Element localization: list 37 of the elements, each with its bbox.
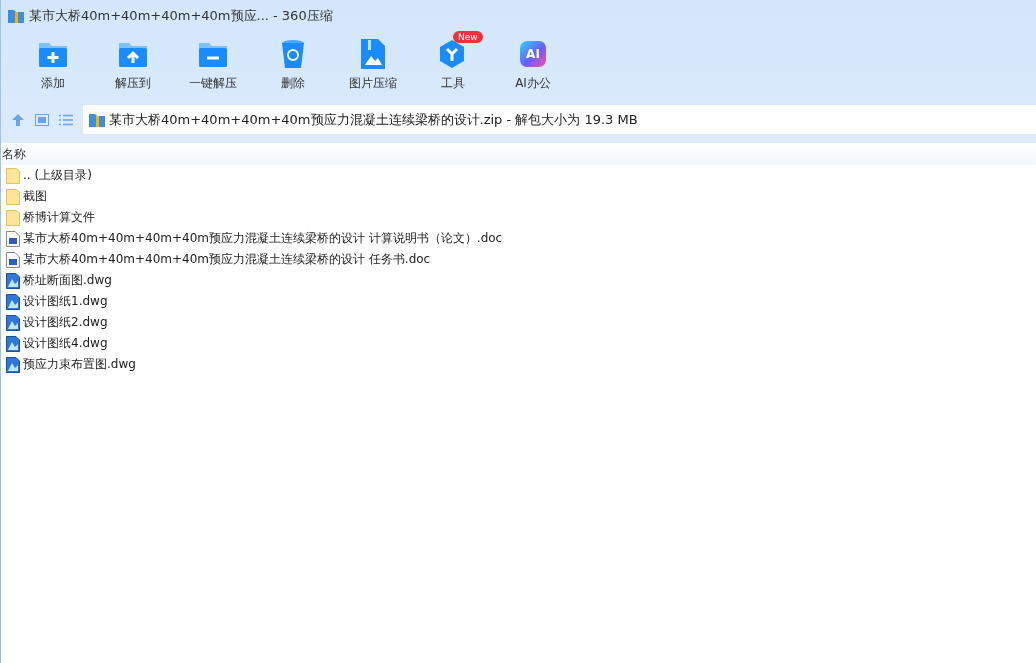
- drawing-file-icon: [6, 314, 20, 331]
- file-name[interactable]: 桥博计算文件: [23, 209, 95, 226]
- file-name[interactable]: 截图: [23, 188, 47, 205]
- drawing-file-icon: [6, 335, 20, 352]
- file-name[interactable]: .. (上级目录): [23, 167, 92, 184]
- file-name[interactable]: 设计图纸4.dwg: [23, 335, 108, 352]
- toolbar-button[interactable]: AI AI办公: [493, 32, 573, 104]
- thumbnail-view-icon[interactable]: [35, 113, 49, 126]
- toolbar-button[interactable]: 添加: [13, 32, 93, 104]
- folder-icon: [6, 188, 20, 205]
- toolbar-button[interactable]: 解压到: [93, 32, 173, 104]
- column-title[interactable]: 名称: [1, 145, 26, 163]
- file-name[interactable]: 设计图纸1.dwg: [23, 293, 108, 310]
- file-name[interactable]: 桥址断面图.dwg: [23, 272, 112, 289]
- archive-icon: [8, 9, 24, 23]
- drawing-file-icon: [6, 272, 20, 289]
- drawing-file-icon: [6, 293, 20, 310]
- file-name[interactable]: 设计图纸2.dwg: [23, 314, 108, 331]
- toolbar-button[interactable]: 图片压缩: [333, 32, 413, 104]
- file-name[interactable]: 某市大桥40m+40m+40m+40m预应力混凝土连续梁桥的设计 计算说明书（论文）.doc: [23, 230, 503, 247]
- toolbar-button[interactable]: New 工具: [413, 32, 493, 104]
- archive-icon: [89, 112, 105, 127]
- toolbar-button[interactable]: 删除: [253, 32, 333, 104]
- archive-path: 某市大桥40m+40m+40m+40m预应力混凝土连续梁桥的设计.zip - 解包大小为 19.3 MB: [109, 110, 638, 129]
- list-view-icon[interactable]: [59, 113, 73, 126]
- folder-icon: [6, 167, 20, 184]
- address-field[interactable]: 某市大桥40m+40m+40m+40m预应力混凝土连续梁桥的设计.zip - 解包大小为 19.3 MB: [83, 105, 1036, 134]
- image-file-icon: [359, 38, 387, 70]
- drawing-file-icon: [6, 356, 20, 373]
- folder-icon: [6, 209, 20, 226]
- file-name[interactable]: 预应力束布置图.dwg: [23, 356, 136, 373]
- up-arrow-icon[interactable]: [11, 112, 25, 127]
- file-name[interactable]: 某市大桥40m+40m+40m+40m预应力混凝土连续梁桥的设计 任务书.doc: [23, 251, 431, 268]
- ai-icon: AI: [520, 41, 546, 67]
- window-title: 某市大桥40m+40m+40m+40m预应... - 360压缩: [29, 7, 333, 25]
- new-badge: New: [453, 31, 483, 43]
- toolbar-button[interactable]: 一键解压: [173, 32, 253, 104]
